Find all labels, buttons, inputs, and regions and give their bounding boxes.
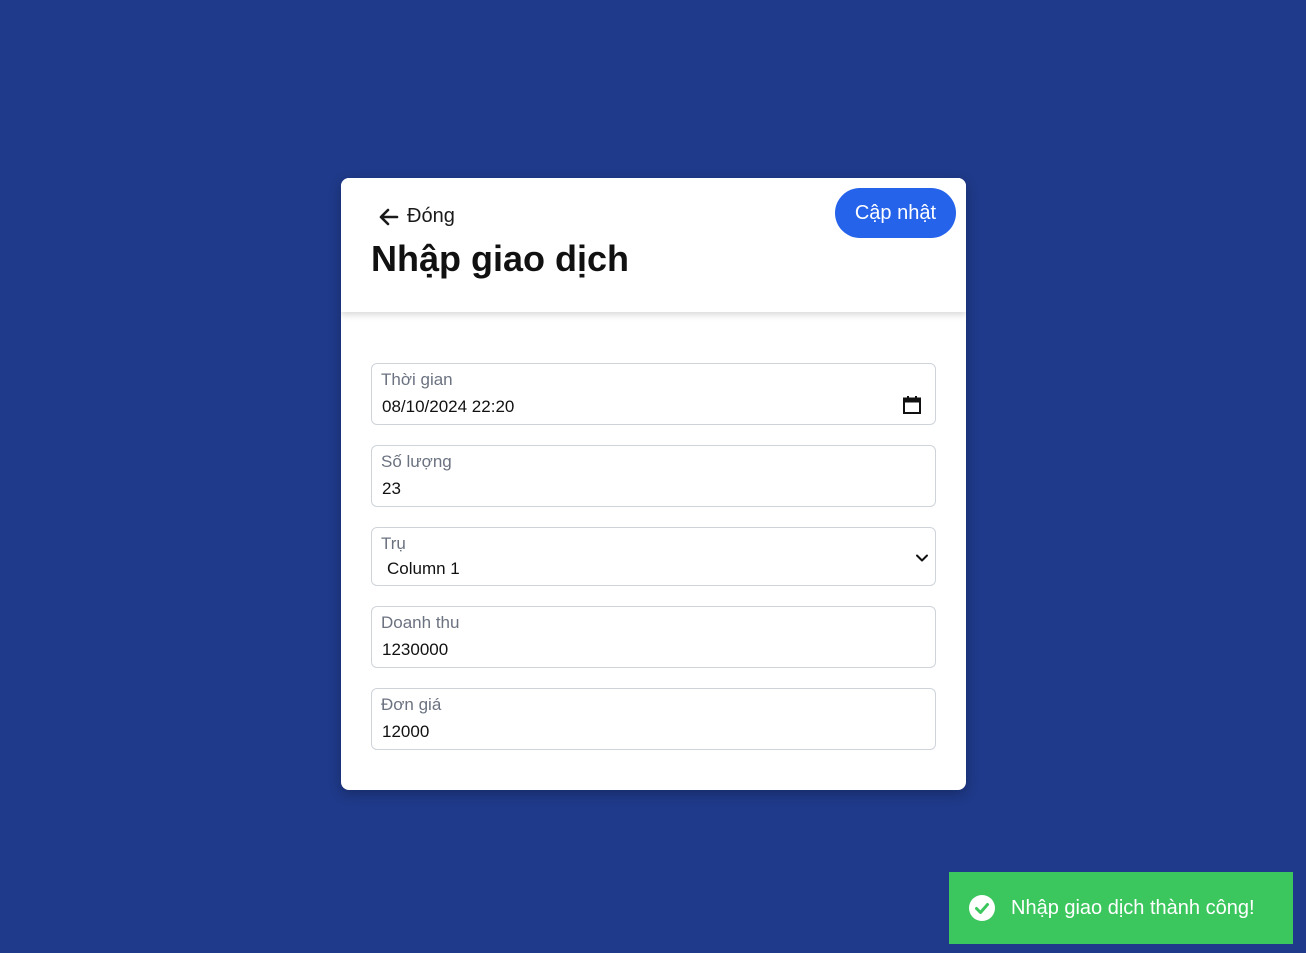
transaction-form: Thời gian 08/10/2024 22:20 Số lượng 23 T… [371,363,936,770]
quantity-label: Số lượng [381,452,452,471]
pump-select[interactable]: Trụ Column 1 [371,527,936,586]
transaction-card: Đóng Nhập giao dịch Cập nhật Thời gian 0… [341,178,966,790]
quantity-value[interactable]: 23 [382,479,401,499]
unit-price-label: Đơn giá [381,695,442,714]
page-title: Nhập giao dịch [371,238,630,279]
toast-message: Nhập giao dịch thành công! [1011,896,1255,919]
time-label: Thời gian [381,370,453,389]
revenue-value[interactable]: 1230000 [382,640,448,660]
pump-selected-value[interactable]: Column 1 [387,559,460,579]
back-label: Đóng [407,205,455,227]
revenue-field[interactable]: Doanh thu 1230000 [371,606,936,668]
time-field[interactable]: Thời gian 08/10/2024 22:20 [371,363,936,425]
time-value[interactable]: 08/10/2024 22:20 [382,397,514,417]
chevron-down-icon[interactable] [915,551,929,565]
unit-price-field[interactable]: Đơn giá 12000 [371,688,936,750]
success-toast[interactable]: Nhập giao dịch thành công! [949,872,1293,944]
calendar-icon[interactable] [902,395,922,415]
back-button[interactable]: Đóng [379,205,455,228]
card-header: Đóng Nhập giao dịch Cập nhật [341,178,966,312]
check-circle-icon [969,895,1011,921]
update-button[interactable]: Cập nhật [834,188,956,238]
arrow-left-icon [379,208,399,226]
unit-price-value[interactable]: 12000 [382,722,429,742]
quantity-field[interactable]: Số lượng 23 [371,445,936,507]
pump-label: Trụ [381,534,406,553]
revenue-label: Doanh thu [381,613,460,632]
